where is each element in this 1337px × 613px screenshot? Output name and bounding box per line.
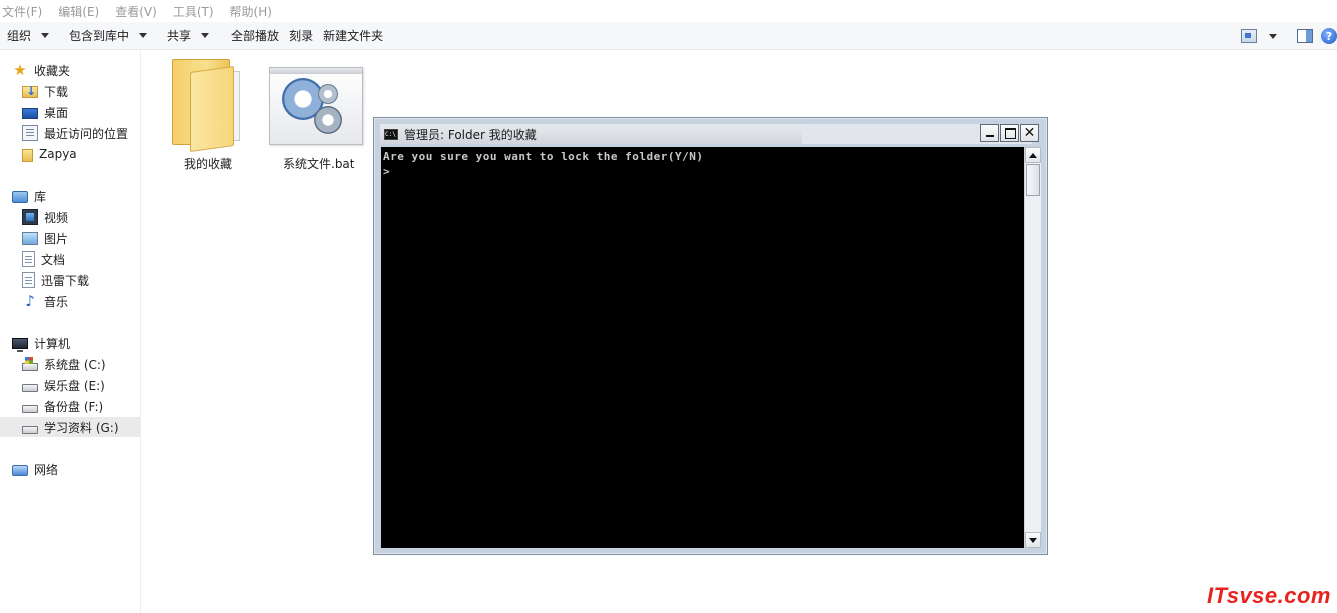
nav-item-label: Zapya	[39, 147, 77, 161]
console-title: 管理员: Folder 我的收藏	[404, 127, 537, 142]
file-item-label: 我的收藏	[184, 157, 233, 171]
nav-item-zapya[interactable]: Zapya	[0, 144, 140, 164]
maximize-button[interactable]	[1000, 124, 1019, 142]
menu-edit[interactable]: 编辑(E)	[58, 3, 99, 20]
scroll-down-arrow-icon[interactable]	[1025, 532, 1041, 548]
scroll-up-arrow-icon[interactable]	[1025, 147, 1041, 163]
nav-favorites[interactable]: ★ 收藏夹	[0, 60, 140, 80]
large-folder-icon	[170, 59, 252, 153]
menu-file[interactable]: 文件(F)	[2, 3, 42, 20]
recent-places-icon	[22, 125, 38, 141]
nav-item-label: 迅雷下载	[41, 273, 90, 288]
nav-item-videos[interactable]: 视频	[0, 207, 140, 227]
chevron-down-icon	[139, 33, 148, 38]
nav-favorites-label: 收藏夹	[34, 63, 71, 78]
nav-item-drive-c[interactable]: 系统盘 (C:)	[0, 354, 140, 374]
nav-item-label: 娱乐盘 (E:)	[44, 378, 105, 393]
new-folder-button[interactable]: 新建文件夹	[321, 22, 391, 49]
nav-network[interactable]: 网络	[0, 459, 140, 479]
console-prompt: >	[383, 165, 391, 178]
nav-item-label: 文档	[41, 252, 66, 267]
change-view-icon[interactable]	[1241, 29, 1257, 43]
computer-icon	[12, 338, 28, 352]
menu-help[interactable]: 帮助(H)	[230, 3, 272, 20]
share-button[interactable]: 共享	[155, 22, 217, 49]
play-all-button[interactable]: 全部播放	[217, 22, 287, 49]
nav-item-drive-g[interactable]: 学习资料 (G:)	[0, 417, 140, 437]
folder-icon	[22, 148, 33, 162]
menu-tools[interactable]: 工具(T)	[173, 3, 214, 20]
chevron-down-icon[interactable]	[1269, 33, 1277, 39]
drive-icon	[22, 425, 38, 434]
nav-item-label: 最近访问的位置	[44, 126, 129, 141]
download-folder-icon	[22, 84, 38, 98]
minimize-button[interactable]	[980, 124, 999, 142]
nav-item-label: 音乐	[44, 294, 69, 309]
nav-item-downloads[interactable]: 下载	[0, 81, 140, 101]
library-icon	[12, 191, 28, 203]
menu-bar: 文件(F) 编辑(E) 查看(V) 工具(T) 帮助(H)	[0, 0, 1337, 22]
nav-item-label: 系统盘 (C:)	[44, 357, 106, 372]
nav-item-label: 视频	[44, 210, 69, 225]
nav-item-thunder-downloads[interactable]: 迅雷下载	[0, 270, 140, 290]
nav-computer[interactable]: 计算机	[0, 333, 140, 353]
desktop-icon	[22, 107, 38, 119]
picture-library-icon	[22, 232, 38, 245]
help-icon[interactable]: ?	[1321, 28, 1337, 44]
console-window[interactable]: C:\ 管理员: Folder 我的收藏 ✕ Are you sure you …	[373, 117, 1048, 555]
organize-button[interactable]: 组织	[0, 22, 57, 49]
system-drive-icon	[22, 357, 38, 371]
file-item-label: 系统文件.bat	[283, 157, 355, 171]
play-all-label: 全部播放	[231, 29, 280, 43]
window-controls: ✕	[979, 124, 1039, 142]
share-label: 共享	[167, 29, 192, 43]
document-library-icon	[22, 251, 35, 267]
scrollbar-thumb[interactable]	[1026, 164, 1040, 196]
nav-item-drive-f[interactable]: 备份盘 (F:)	[0, 396, 140, 416]
view-controls: ?	[1233, 22, 1337, 50]
burn-button[interactable]: 刻录	[287, 22, 321, 49]
chevron-down-icon	[41, 33, 50, 38]
include-library-button[interactable]: 包含到库中	[57, 22, 155, 49]
drive-icon	[22, 404, 38, 413]
command-bar: 组织 包含到库中 共享 全部播放 刻录 新建文件夹 ?	[0, 22, 1337, 50]
console-output[interactable]: Are you sure you want to lock the folder…	[381, 147, 1025, 548]
new-folder-label: 新建文件夹	[323, 29, 384, 43]
nav-network-label: 网络	[34, 462, 59, 477]
console-title-bar[interactable]: C:\ 管理员: Folder 我的收藏	[380, 124, 802, 144]
document-library-icon	[22, 272, 35, 288]
music-note-icon: ♪	[25, 292, 35, 310]
preview-pane-icon[interactable]	[1297, 29, 1313, 43]
nav-item-drive-e[interactable]: 娱乐盘 (E:)	[0, 375, 140, 395]
include-library-label: 包含到库中	[69, 29, 130, 43]
nav-computer-label: 计算机	[34, 336, 71, 351]
nav-item-music[interactable]: ♪ 音乐	[0, 291, 140, 311]
console-line: Are you sure you want to lock the folder…	[383, 150, 704, 163]
nav-item-label: 下载	[44, 84, 69, 99]
console-scrollbar[interactable]	[1024, 147, 1041, 548]
nav-item-pictures[interactable]: 图片	[0, 228, 140, 248]
console-icon: C:\	[384, 128, 398, 140]
drive-icon	[22, 383, 38, 392]
nav-item-documents[interactable]: 文档	[0, 249, 140, 269]
burn-label: 刻录	[289, 29, 314, 43]
organize-label: 组织	[7, 29, 32, 43]
nav-libraries[interactable]: 库	[0, 186, 140, 206]
close-button[interactable]: ✕	[1020, 124, 1039, 142]
nav-item-label: 桌面	[44, 105, 69, 120]
star-icon: ★	[13, 61, 27, 79]
nav-item-recent-places[interactable]: 最近访问的位置	[0, 123, 140, 143]
navigation-pane: ★ 收藏夹 下载 桌面 最近访问的位置 Zapya 库 视频 图片 文档 迅雷下…	[0, 51, 141, 613]
nav-libraries-label: 库	[34, 189, 47, 204]
nav-item-label: 图片	[44, 231, 69, 246]
menu-view[interactable]: 查看(V)	[115, 3, 157, 20]
watermark: ITsvse.com	[1206, 583, 1331, 608]
video-library-icon	[22, 209, 38, 225]
nav-item-label: 备份盘 (F:)	[44, 399, 104, 414]
chevron-down-icon	[201, 33, 210, 38]
nav-item-label: 学习资料 (G:)	[44, 420, 119, 435]
nav-item-desktop[interactable]: 桌面	[0, 102, 140, 122]
batch-file-gears-icon	[269, 67, 363, 145]
network-icon	[12, 464, 28, 476]
